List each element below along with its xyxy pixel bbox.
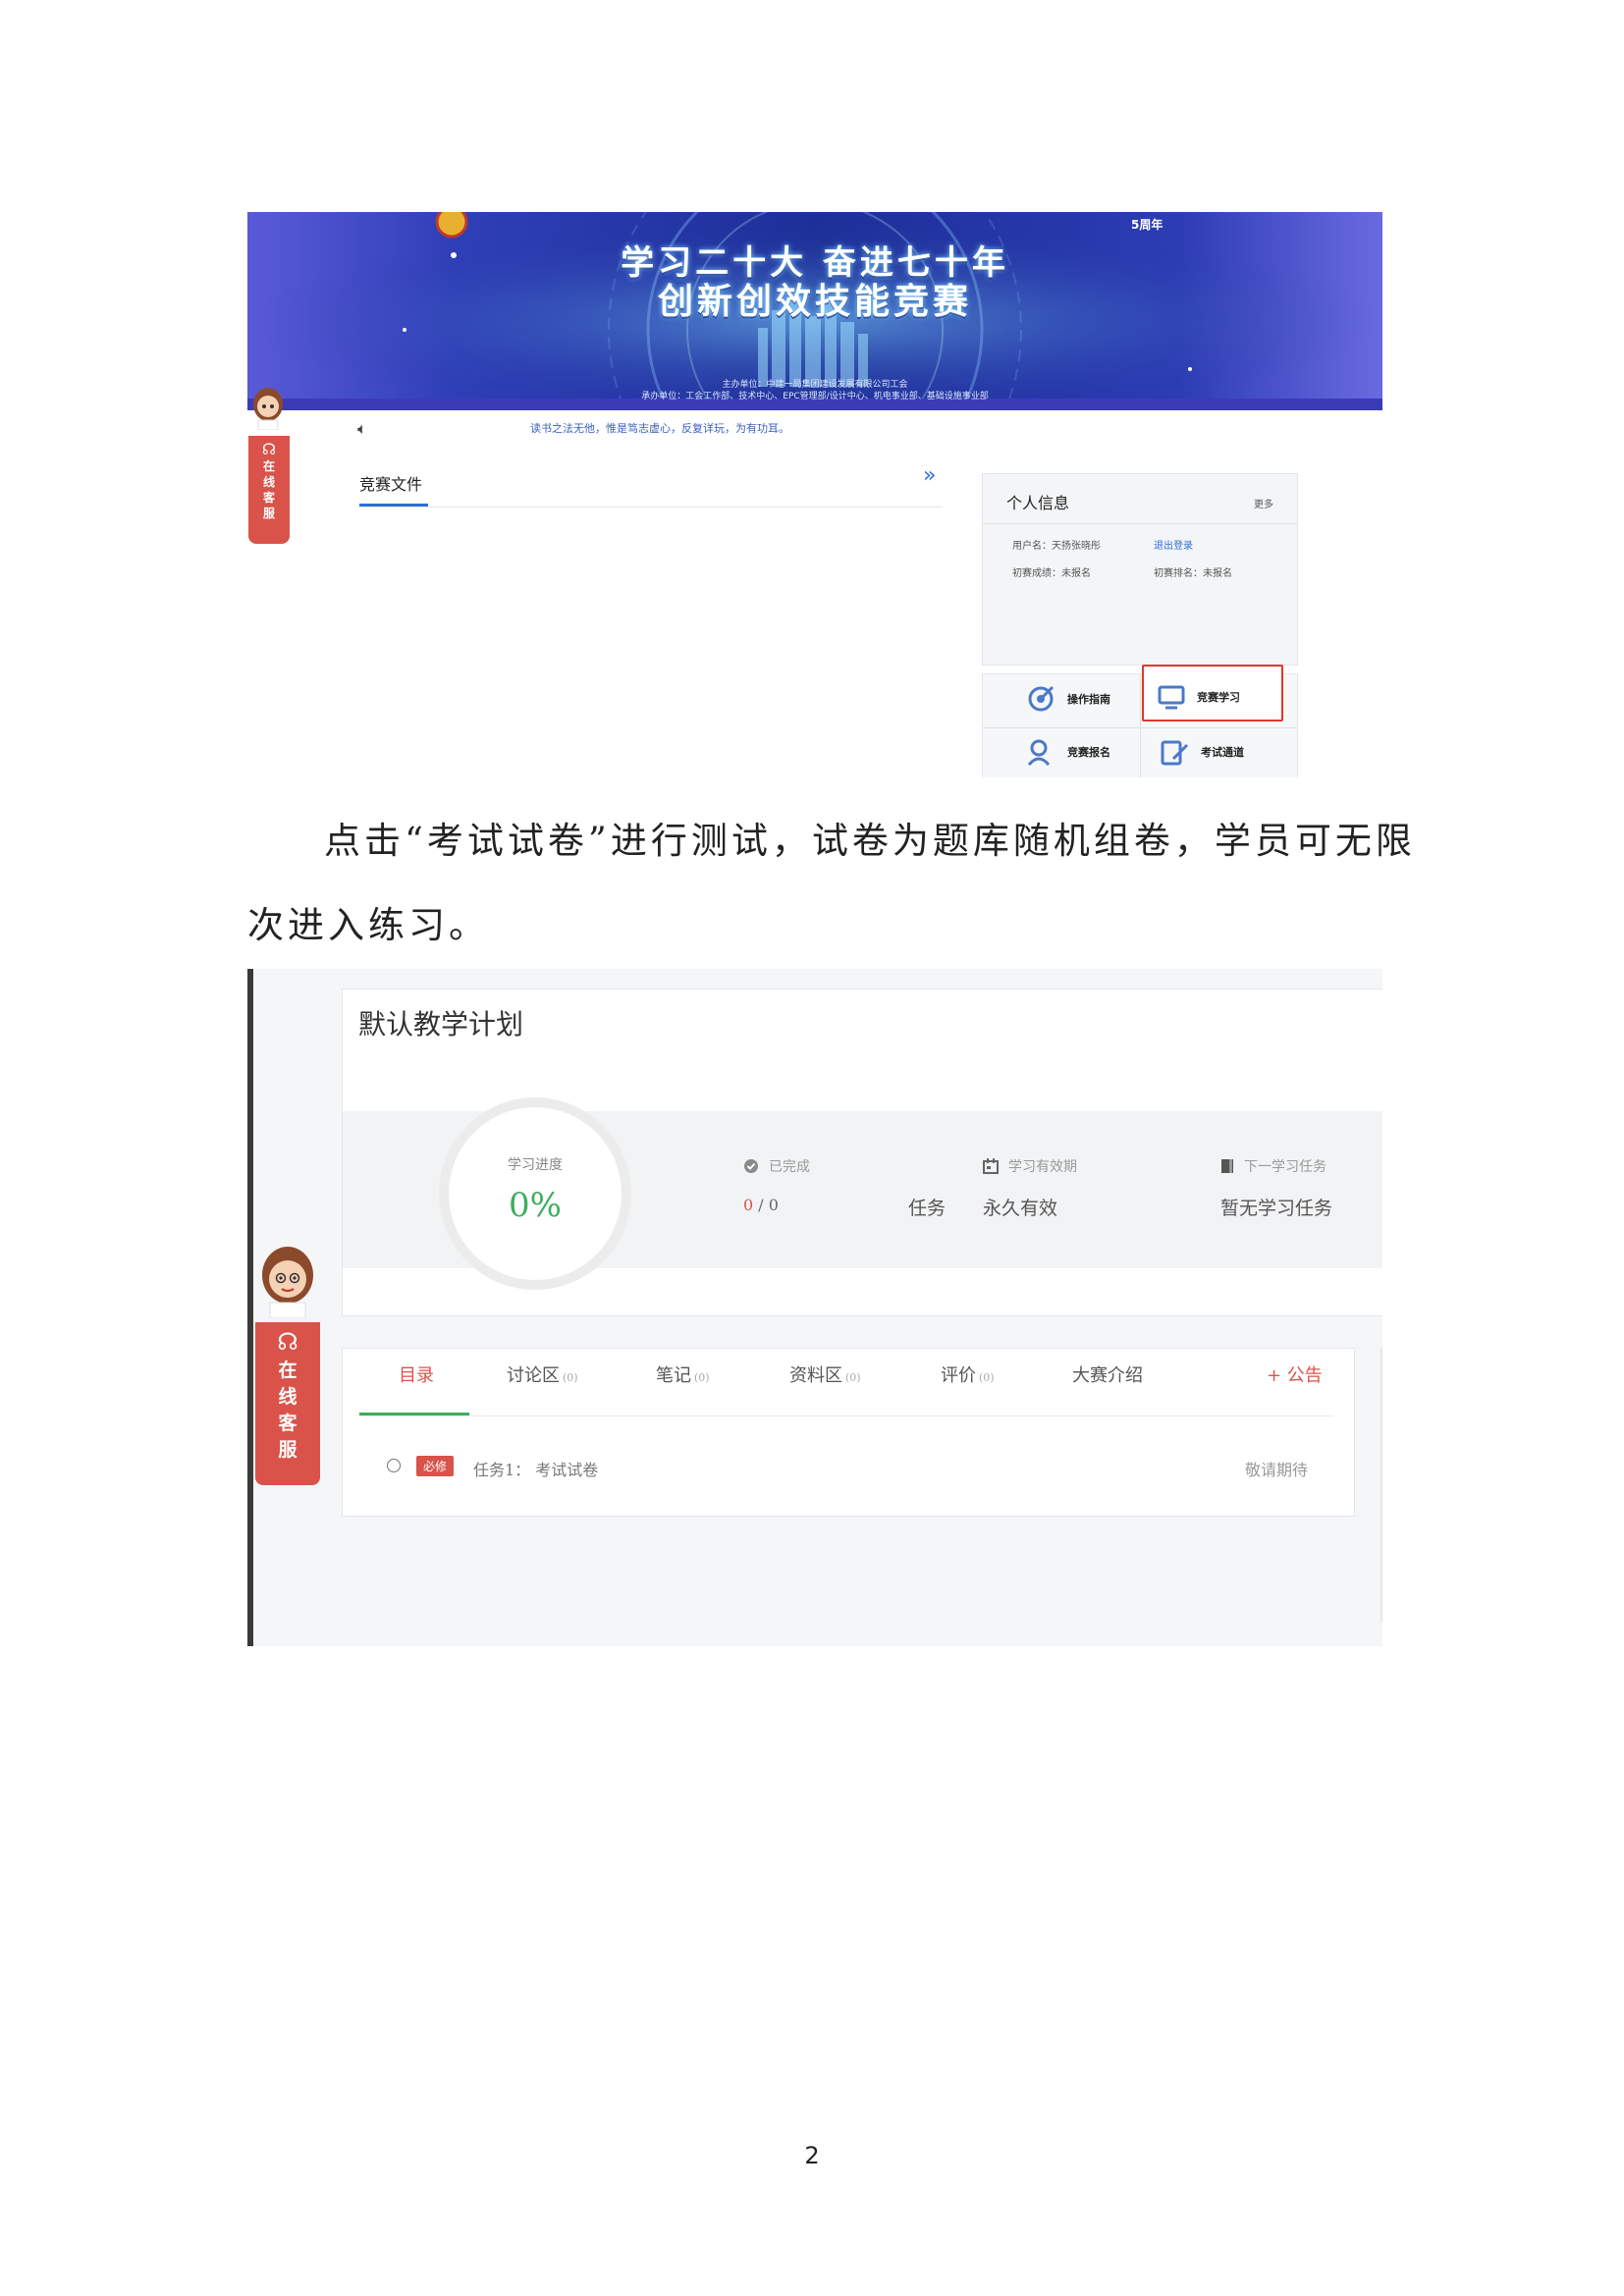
preliminary-score: 初赛成绩：未报名: [1012, 568, 1091, 579]
tab-review-count: (0): [979, 1371, 995, 1384]
completed-total: / 0: [758, 1196, 779, 1214]
competition-signup-label: 竞赛报名: [1067, 746, 1110, 759]
tab-notes-count: (0): [694, 1371, 710, 1384]
grid-horizontal-divider: [983, 727, 1297, 728]
tab-notes-label: 笔记: [656, 1365, 691, 1386]
progress-label: 学习进度: [508, 1157, 563, 1173]
personal-more-link[interactable]: 更多: [1254, 496, 1273, 510]
next-task-stat-header: 下一学习任务: [1220, 1156, 1326, 1176]
section-title: 竞赛文件: [359, 475, 423, 494]
right-panel-edge: [1380, 1348, 1382, 1623]
left-edge-bar: [247, 969, 253, 1646]
competition-portal-screenshot: 学习二十大 奋进七十年 创新创效技能竞赛 主办单位：中建一局集团建设发展有限公司…: [247, 212, 1382, 777]
instruction-line-2: 次进入练习。: [247, 904, 489, 946]
instruction-line-1: 点击“考试试卷”进行测试，试卷为题库随机组卷，学员可无限: [324, 820, 1416, 862]
anniversary-logo: 5周年: [1131, 218, 1164, 232]
banner-title-line2: 创新创效技能竞赛: [657, 282, 972, 322]
operation-guide-label: 操作指南: [1067, 693, 1110, 706]
cs-char: 服: [278, 1439, 298, 1461]
cs-char: 客: [262, 491, 275, 505]
tabs-divider: [359, 1415, 1333, 1416]
user-signup-icon: [1027, 739, 1051, 767]
completed-label: 已完成: [769, 1159, 810, 1175]
operation-guide-button[interactable]: 操作指南: [1026, 684, 1110, 714]
required-badge: 必修: [416, 1456, 455, 1476]
monitor-icon: [1158, 685, 1185, 710]
more-arrow-icon[interactable]: »: [923, 463, 936, 488]
validity-label: 学习有效期: [1008, 1159, 1077, 1175]
card-divider: [983, 523, 1297, 524]
speaker-icon: 🔈︎: [357, 419, 367, 438]
check-circle-icon: [744, 1159, 758, 1173]
cs-char: 在: [278, 1360, 298, 1381]
task-status: 敬请期待: [1245, 1461, 1309, 1479]
headset-icon: ☊: [277, 1328, 298, 1356]
action-grid: 操作指南 竞赛学习 竞赛报名 考试通道: [982, 665, 1298, 777]
exam-edit-icon: [1161, 740, 1189, 766]
validity-value: 永久有效: [983, 1198, 1058, 1219]
completed-unit: 任务: [908, 1198, 947, 1219]
tab-notes[interactable]: 笔记 (0): [656, 1362, 710, 1387]
progress-ring: 学习进度 0%: [439, 1097, 631, 1290]
competition-banner: 学习二十大 奋进七十年 创新创效技能竞赛 主办单位：中建一局集团建设发展有限公司…: [247, 212, 1382, 410]
page-number: 2: [804, 2142, 820, 2169]
completed-stat-header: 已完成: [743, 1156, 810, 1176]
task-number-label: 任务1：: [473, 1461, 531, 1479]
target-icon: [1028, 685, 1055, 712]
logout-link[interactable]: 退出登录: [1154, 537, 1193, 552]
banner-co-organizer: 承办单位：工会工作部、技术中心、EPC管理部/设计中心、机电事业部、基础设施事业…: [641, 392, 989, 401]
tab-review-label: 评价: [941, 1365, 976, 1386]
tab-materials[interactable]: 资料区 (0): [789, 1362, 861, 1387]
calendar-icon: [983, 1158, 999, 1174]
cs-char: 服: [262, 507, 275, 520]
announcement-button[interactable]: + 公告: [1267, 1362, 1323, 1387]
tab-discussion-count: (0): [563, 1371, 578, 1384]
tab-catalog[interactable]: 目录: [399, 1362, 434, 1387]
tab-materials-count: (0): [845, 1371, 861, 1384]
cs-char: 在: [262, 459, 275, 473]
personal-info-card: 个人信息 更多 用户名：天扬张晓彤 退出登录 初赛成绩：未报名 初赛排名：未报名: [982, 473, 1298, 666]
tab-discussion-label: 讨论区: [507, 1365, 560, 1386]
task-item[interactable]: 任务1： 考试试卷: [473, 1457, 598, 1480]
course-page-screenshot: 默认教学计划 学习进度 0% 已完成 0 / 0 任务 学习有效期 永久有效 下…: [247, 969, 1382, 1646]
personal-info-title: 个人信息: [1006, 494, 1070, 512]
online-service-tab[interactable]: ☊ 在 线 客 服: [255, 1322, 320, 1485]
preliminary-rank: 初赛排名：未报名: [1154, 568, 1232, 579]
tab-review[interactable]: 评价 (0): [941, 1362, 995, 1387]
tab-competition-intro[interactable]: 大赛介绍: [1072, 1362, 1143, 1387]
exam-channel-label: 考试通道: [1201, 746, 1244, 759]
tab-discussion[interactable]: 讨论区 (0): [507, 1362, 578, 1387]
next-task-value: 暂无学习任务: [1220, 1198, 1333, 1219]
headset-icon: ☊: [261, 440, 277, 458]
online-service-tab[interactable]: ☊ 在 线 客 服: [248, 436, 290, 544]
competition-signup-button[interactable]: 竞赛报名: [1026, 737, 1110, 767]
completed-value: 0 / 0: [743, 1196, 779, 1214]
cs-char: 线: [278, 1386, 298, 1408]
exam-channel-button[interactable]: 考试通道: [1160, 737, 1244, 767]
cs-char: 客: [278, 1413, 298, 1434]
competition-study-label: 竞赛学习: [1197, 691, 1240, 704]
customer-service-avatar-icon[interactable]: [251, 387, 285, 430]
teaching-plan-panel: 默认教学计划 学习进度 0% 已完成 0 / 0 任务 学习有效期 永久有效 下…: [342, 988, 1382, 1316]
validity-stat-header: 学习有效期: [983, 1156, 1077, 1176]
book-icon: [1221, 1159, 1233, 1173]
tab-materials-label: 资料区: [789, 1365, 842, 1386]
username-label: 用户名：天扬张晓彤: [1012, 541, 1101, 552]
competition-study-button[interactable]: 竞赛学习: [1158, 684, 1240, 710]
completed-count: 0: [743, 1196, 754, 1214]
next-task-label: 下一学习任务: [1244, 1159, 1326, 1175]
task-name: 考试试卷: [535, 1461, 599, 1479]
cs-char: 线: [262, 475, 275, 489]
grid-vertical-divider: [1140, 674, 1141, 777]
customer-service-avatar-icon[interactable]: [259, 1246, 316, 1318]
progress-value: 0%: [509, 1186, 562, 1225]
task-radio[interactable]: [387, 1459, 401, 1472]
plan-title: 默认教学计划: [358, 1008, 524, 1041]
notice-text: 读书之法无他，惟是笃志虚心，反复详玩，为有功耳。: [530, 422, 789, 435]
